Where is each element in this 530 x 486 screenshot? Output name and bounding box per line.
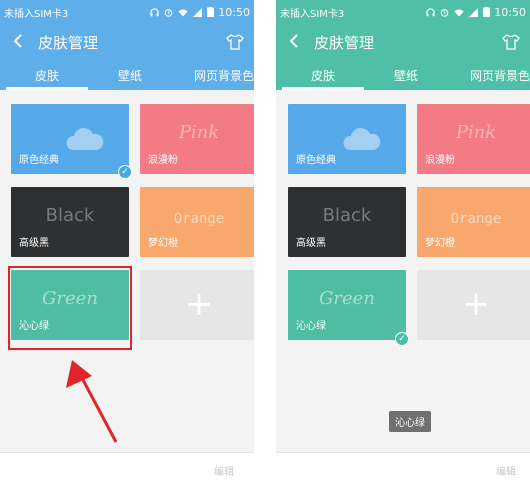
skin-card-classic[interactable]: 原色经典 — [288, 104, 406, 174]
back-chevron-icon[interactable] — [4, 30, 32, 54]
battery-icon — [207, 7, 215, 17]
status-bar: 未插入SIM卡3 10:50 — [0, 0, 254, 24]
skin-label: 浪漫粉 — [425, 155, 455, 166]
tab-wallpaper[interactable]: 壁纸 — [370, 67, 442, 84]
add-skin-button[interactable]: + — [140, 270, 254, 340]
cloud-icon — [343, 127, 381, 150]
skin-label: 梦幻橙 — [425, 238, 455, 249]
skin-art-text: Orange — [173, 211, 225, 227]
skin-label: 梦幻橙 — [148, 238, 178, 249]
footer-bar: 编辑 — [276, 452, 530, 486]
phone-screen-before: 未插入SIM卡3 10:50 皮肤管理 皮肤 壁纸 网页背景色 原色经典 ✓ P… — [0, 0, 254, 486]
carrier-text: 未插入SIM卡3 — [4, 8, 69, 20]
edit-button[interactable]: 编辑 — [496, 463, 516, 478]
tab-webpage-background[interactable]: 网页背景色 — [166, 67, 254, 84]
skin-label: 高级黑 — [19, 238, 49, 249]
skin-label: 原色经典 — [19, 155, 59, 166]
status-bar: 未插入SIM卡3 10:50 — [276, 0, 530, 24]
clock-text: 10:50 — [218, 5, 250, 19]
clock-text: 10:50 — [494, 5, 526, 19]
skin-card-black[interactable]: Black 高级黑 — [11, 187, 129, 257]
phone-screen-after: 未插入SIM卡3 10:50 皮肤管理 皮肤 壁纸 网页背景色 原色经典 Pin… — [276, 0, 530, 486]
skin-card-orange[interactable]: Orange 梦幻橙 — [140, 187, 254, 257]
skin-card-green[interactable]: Green 沁心绿 — [288, 270, 406, 340]
tab-skin[interactable]: 皮肤 — [276, 67, 370, 84]
plus-icon: + — [461, 284, 491, 324]
skin-art-text: Orange — [450, 211, 502, 227]
signal-icon — [193, 7, 203, 17]
skin-label: 浪漫粉 — [148, 155, 178, 166]
tab-wallpaper[interactable]: 壁纸 — [94, 67, 166, 84]
alarm-icon — [165, 8, 173, 17]
carrier-text: 未插入SIM卡3 — [280, 8, 345, 20]
skin-label: 高级黑 — [296, 238, 326, 249]
title-bar: 皮肤管理 — [0, 24, 254, 60]
skin-card-black[interactable]: Black 高级黑 — [288, 187, 406, 257]
skin-art-text: Pink — [455, 122, 497, 143]
skin-art-text: Black — [45, 205, 95, 226]
edit-button[interactable]: 编辑 — [214, 463, 234, 478]
skin-card-orange[interactable]: Orange 梦幻橙 — [417, 187, 530, 257]
selected-check-icon: ✓ — [395, 332, 409, 346]
title-bar: 皮肤管理 — [276, 24, 530, 60]
tab-bar: 皮肤 壁纸 网页背景色 — [0, 60, 254, 90]
tshirt-icon[interactable] — [220, 30, 250, 54]
skin-card-classic[interactable]: 原色经典 — [11, 104, 129, 174]
page-title: 皮肤管理 — [38, 33, 99, 52]
pointer-arrow-icon — [66, 360, 118, 443]
plus-icon: + — [184, 284, 214, 324]
skin-card-pink[interactable]: Pink 浪漫粉 — [140, 104, 254, 174]
toast-message: 沁心绿 — [389, 411, 431, 432]
headphone-icon — [150, 7, 159, 16]
skin-label: 沁心绿 — [296, 321, 326, 332]
tab-bar: 皮肤 壁纸 网页背景色 — [276, 60, 530, 90]
alarm-icon — [441, 8, 449, 17]
skin-art-text: Pink — [178, 122, 220, 143]
add-skin-button[interactable]: + — [417, 270, 530, 340]
footer-bar: 编辑 — [0, 452, 254, 486]
back-chevron-icon[interactable] — [280, 30, 308, 54]
skin-label: 原色经典 — [296, 155, 336, 166]
tab-skin[interactable]: 皮肤 — [0, 67, 94, 84]
headphone-icon — [426, 7, 435, 16]
wifi-icon — [178, 8, 188, 16]
battery-icon — [483, 7, 491, 17]
signal-icon — [469, 7, 479, 17]
cloud-icon — [66, 127, 104, 150]
skin-art-text: Black — [322, 205, 372, 226]
wifi-icon — [454, 8, 464, 16]
tab-webpage-background[interactable]: 网页背景色 — [442, 67, 530, 84]
tshirt-icon[interactable] — [496, 30, 526, 54]
skin-card-pink[interactable]: Pink 浪漫粉 — [417, 104, 530, 174]
highlight-box — [8, 266, 132, 350]
skin-art-text: Green — [319, 288, 375, 309]
selected-check-icon: ✓ — [118, 165, 132, 179]
page-title: 皮肤管理 — [314, 33, 375, 52]
